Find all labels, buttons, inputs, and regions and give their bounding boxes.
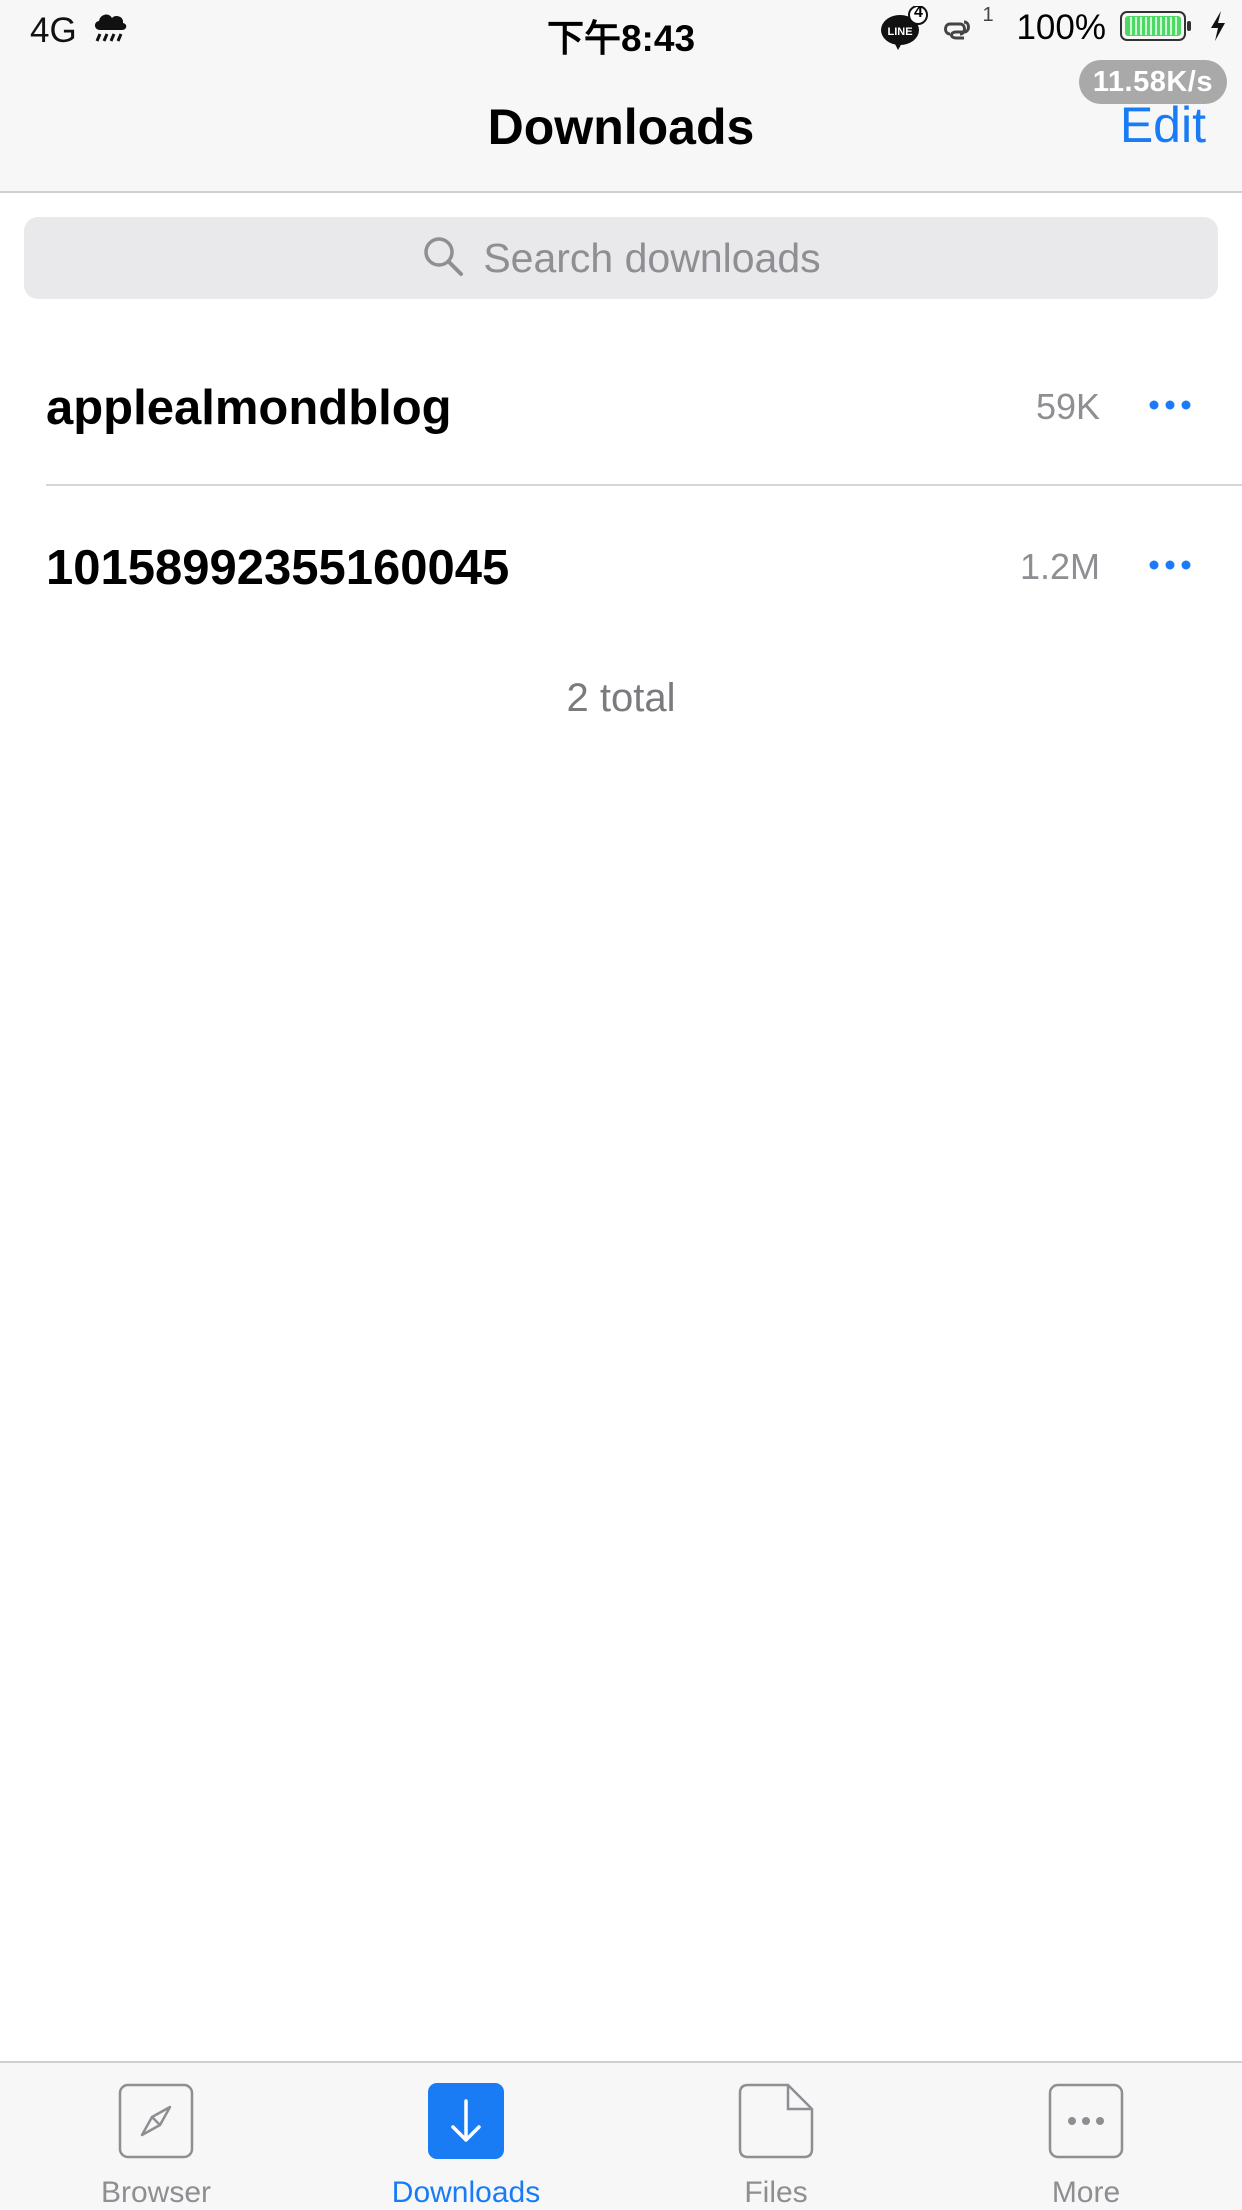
tab-files[interactable]: Files: [656, 2063, 896, 2210]
download-arrow-icon: [428, 2083, 504, 2159]
tab-browser[interactable]: Browser: [36, 2063, 276, 2210]
more-options-icon[interactable]: [1146, 390, 1194, 420]
list-item[interactable]: 10158992355160045 1.2M: [0, 490, 1242, 650]
charging-bolt-icon: [1208, 9, 1228, 48]
download-size: 1.2M: [1019, 546, 1100, 587]
link-badge-count: 1: [982, 4, 994, 26]
search-bar[interactable]: Search downloads: [24, 217, 1218, 299]
battery-icon: [1120, 9, 1194, 48]
download-size: 59K: [1035, 386, 1100, 427]
edit-button[interactable]: Edit: [1120, 96, 1206, 154]
tab-downloads[interactable]: Downloads: [346, 2063, 586, 2210]
navigation-bar: Downloads Edit: [0, 62, 1242, 193]
status-right: LINE 4 1 100%: [880, 4, 1228, 50]
download-name: applealmondblog: [46, 381, 452, 435]
tab-bar: Browser Downloads Files More: [0, 2061, 1242, 2210]
network-speed-badge: 11.58K/s: [1078, 60, 1227, 104]
download-name: 10158992355160045: [46, 541, 510, 595]
list-separator: [46, 484, 1242, 486]
line-app-icon: LINE 4: [880, 4, 929, 50]
file-icon: [738, 2083, 814, 2159]
link-icon: 1: [942, 4, 994, 48]
battery-percent: 100%: [1016, 8, 1106, 47]
search-icon: [421, 234, 465, 283]
search-placeholder: Search downloads: [483, 234, 821, 281]
more-options-icon[interactable]: [1146, 550, 1194, 580]
total-count: 2 total: [566, 676, 676, 720]
list-item[interactable]: applealmondblog 59K: [0, 328, 1242, 488]
tab-more[interactable]: More: [966, 2063, 1206, 2210]
tab-label: Downloads: [391, 2176, 541, 2209]
tab-label: Files: [744, 2176, 808, 2209]
line-badge-count: 4: [914, 4, 923, 21]
status-bar: 4G 下午8:43 LINE 4 1 100%: [0, 0, 1242, 62]
tab-label: More: [1051, 2176, 1121, 2209]
ellipsis-icon: [1048, 2083, 1124, 2159]
svg-text:LINE: LINE: [888, 26, 913, 38]
tab-label: Browser: [100, 2176, 212, 2209]
compass-icon: [118, 2083, 194, 2159]
page-title: Downloads: [487, 99, 755, 155]
